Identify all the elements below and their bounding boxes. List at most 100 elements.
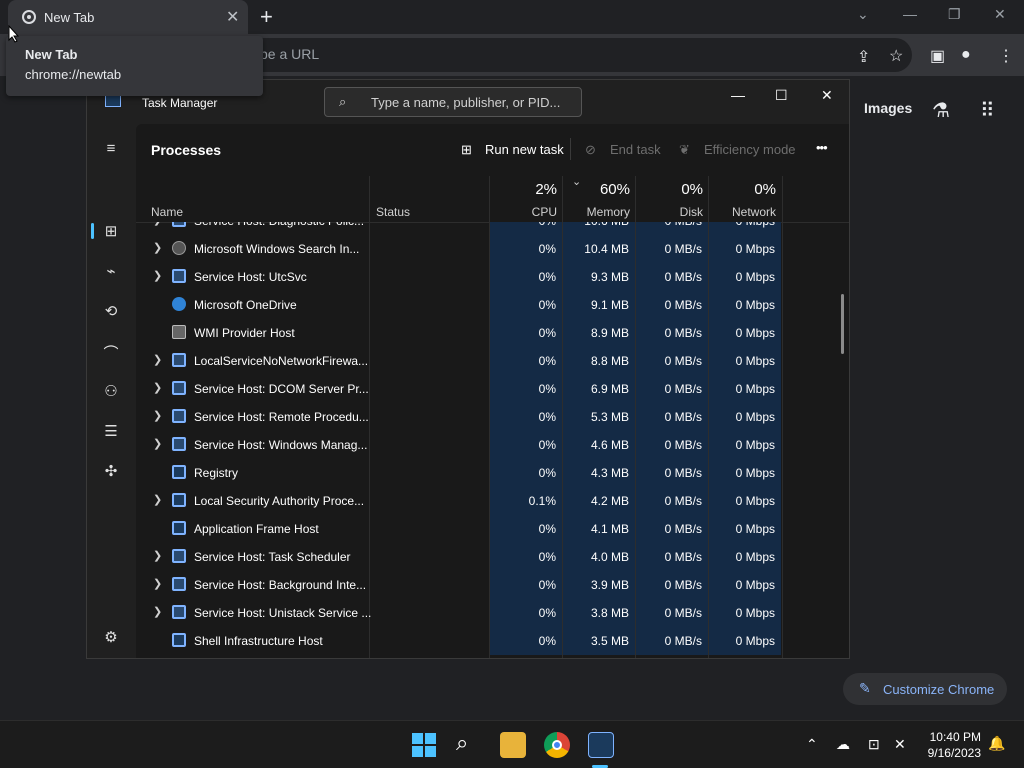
expand-chevron-icon[interactable]: ❯ (153, 577, 162, 590)
task-manager-taskbar-icon[interactable] (588, 732, 614, 758)
hamburger-icon[interactable]: ≡ (101, 140, 121, 157)
nav-startup-apps-icon[interactable]: ⌒ (101, 342, 121, 363)
table-row[interactable]: Microsoft OneDrive 0% 9.1 MB 0 MB/s 0 Mbps (136, 291, 849, 319)
customize-chrome-button[interactable]: ✎ Customize Chrome (843, 673, 1007, 705)
table-row[interactable]: ❯ Microsoft Windows Search In... 0% 10.4 MB… (136, 235, 849, 263)
search-taskbar-icon[interactable]: ⌕ (456, 730, 468, 756)
table-row[interactable]: Registry 0% 4.3 MB 0 MB/s 0 Mbps (136, 459, 849, 487)
cell-disk-value: 0 MB/s (664, 242, 702, 256)
ntp-images-link[interactable]: Images (864, 100, 912, 116)
expand-chevron-icon[interactable]: ❯ (153, 269, 162, 282)
cell-net-value: 0 Mbps (735, 270, 775, 284)
column-name[interactable]: Name (151, 205, 183, 219)
start-windows-icon[interactable] (411, 732, 437, 758)
cell-net: 0 Mbps (709, 319, 781, 347)
apps-grid-icon[interactable]: ⠿ (980, 98, 995, 123)
tab-search-icon[interactable]: ⌄ (857, 6, 869, 23)
table-row[interactable]: ❯ Service Host: Remote Procedu... 0% 5.3 MB… (136, 403, 849, 431)
cell-cpu: 0% (490, 515, 562, 543)
cell-cpu-value: 0% (538, 382, 556, 396)
network-icon[interactable]: ⊡ (868, 736, 880, 753)
omnibox[interactable]: pe a URL ⇪ ☆ (200, 38, 912, 72)
table-row[interactable]: ❯ Service Host: Background Inte... 0% 3.9 M… (136, 571, 849, 599)
expand-chevron-icon[interactable]: ❯ (153, 437, 162, 450)
minimize-icon[interactable]: — (903, 6, 917, 22)
cell-cpu-value: 0% (538, 438, 556, 452)
nav-users-icon[interactable]: ⚇ (101, 382, 121, 400)
nav-services-icon[interactable]: ✣ (101, 462, 121, 480)
nav-details-icon[interactable]: ☰ (101, 422, 121, 440)
cell-mem-value: 5.3 MB (590, 410, 629, 424)
volume-muted-icon[interactable]: ✕ (894, 736, 906, 753)
restore-icon[interactable]: ❐ (948, 6, 961, 23)
table-row[interactable]: Shell Infrastructure Host 0% 3.5 MB 0 MB/s 0… (136, 627, 849, 655)
nav-app-history-icon[interactable]: ⟲ (101, 302, 121, 320)
file-explorer-icon[interactable] (500, 732, 526, 758)
tab-new-tab[interactable]: New Tab ✕ (8, 0, 248, 34)
tm-command-bar: Processes ⊞ Run new task ⊘ End task ❦ Ef… (136, 124, 849, 176)
process-icon (172, 297, 186, 311)
cell-net: 0 Mbps (709, 263, 781, 291)
tm-search-input[interactable]: ⌕ Type a name, publisher, or PID... (324, 87, 582, 117)
table-row[interactable]: ❯ Service Host: Unistack Service ... 0% 3.8… (136, 599, 849, 627)
cell-mem: 4.6 MB (563, 431, 635, 459)
table-row[interactable]: ❯ Service Host: Diagnostic Polic... 0% 10.6… (136, 222, 849, 235)
table-row[interactable]: ❯ Service Host: Windows Manag... 0% 4.6 MB 0… (136, 431, 849, 459)
tm-maximize-icon[interactable]: ☐ (775, 87, 788, 104)
table-row[interactable]: ❯ Service Host: UtcSvc 0% 9.3 MB 0 MB/s 0 Mbp… (136, 263, 849, 291)
column-status[interactable]: Status (376, 205, 410, 219)
tm-close-icon[interactable]: ✕ (821, 87, 833, 104)
scrollbar-thumb[interactable] (841, 294, 844, 354)
expand-chevron-icon[interactable]: ❯ (153, 381, 162, 394)
process-icon (172, 325, 186, 339)
efficiency-mode-button[interactable]: Efficiency mode (704, 142, 796, 157)
labs-flask-icon[interactable]: ⚗ (932, 98, 950, 123)
close-icon[interactable]: ✕ (994, 6, 1006, 23)
expand-chevron-icon[interactable]: ❯ (153, 409, 162, 422)
table-row[interactable]: WMI Provider Host 0% 8.9 MB 0 MB/s 0 Mbps (136, 319, 849, 347)
table-row[interactable]: Application Frame Host 0% 4.1 MB 0 MB/s 0 Mb… (136, 515, 849, 543)
expand-chevron-icon[interactable]: ❯ (153, 241, 162, 254)
menu-kebab-icon[interactable]: ⋮ (998, 46, 1014, 66)
column-memory[interactable]: Memory (560, 205, 630, 219)
end-task-button[interactable]: End task (610, 142, 661, 157)
notification-bell-icon[interactable]: 🔔 (988, 735, 1005, 752)
table-row[interactable]: ❯ Local Security Authority Proce... 0.1% 4.… (136, 487, 849, 515)
nav-performance-icon[interactable]: ⌁ (101, 262, 121, 280)
expand-chevron-icon[interactable]: ❯ (153, 353, 162, 366)
table-row[interactable]: ❯ Service Host: Task Scheduler 0% 4.0 MB 0 M… (136, 543, 849, 571)
column-cpu[interactable]: CPU (487, 205, 557, 219)
page-title: Processes (151, 142, 222, 158)
chrome-icon (22, 10, 36, 24)
cell-net-value: 0 Mbps (735, 298, 775, 312)
nav-settings-gear-icon[interactable]: ⚙ (101, 628, 121, 646)
expand-chevron-icon[interactable]: ❯ (153, 605, 162, 618)
cell-mem: 4.0 MB (563, 543, 635, 571)
chrome-taskbar-icon[interactable] (544, 732, 570, 758)
chevron-up-icon[interactable]: ⌃ (806, 736, 818, 753)
run-new-task-button[interactable]: Run new task (485, 142, 564, 157)
onedrive-tray-icon[interactable]: ☁ (836, 736, 850, 753)
bookmark-star-icon[interactable]: ☆ (889, 46, 903, 66)
table-row[interactable]: ❯ LocalServiceNoNetworkFirewa... 0% 8.8 MB 0… (136, 347, 849, 375)
nav-processes-icon[interactable]: ⊞ (101, 222, 121, 240)
column-disk[interactable]: Disk (633, 205, 703, 219)
windows-taskbar: ⌕ ⌃ ☁ ⊡ ✕ 10:40 PM 9/16/2023 🔔 (0, 720, 1024, 768)
share-icon[interactable]: ⇪ (857, 47, 870, 67)
cell-disk: 0 MB/s (636, 459, 708, 487)
column-headers: Name Status 2% CPU ⌄ 60% Memory 0% Disk … (136, 176, 849, 223)
expand-chevron-icon[interactable]: ❯ (153, 493, 162, 506)
expand-chevron-icon[interactable]: ❯ (153, 549, 162, 562)
cell-cpu: 0% (490, 459, 562, 487)
expand-chevron-icon[interactable]: ❯ (153, 222, 162, 226)
more-options-button[interactable]: ••• (816, 140, 828, 155)
column-network[interactable]: Network (706, 205, 776, 219)
tm-minimize-icon[interactable]: — (731, 87, 745, 103)
cell-disk: 0 MB/s (636, 291, 708, 319)
new-tab-button[interactable]: + (260, 4, 273, 30)
side-panel-icon[interactable]: ▣ (930, 46, 945, 66)
system-clock[interactable]: 10:40 PM 9/16/2023 (925, 729, 981, 761)
profile-icon[interactable]: ● (961, 46, 971, 64)
table-row[interactable]: ❯ Service Host: DCOM Server Pr... 0% 6.9 MB… (136, 375, 849, 403)
tab-close-icon[interactable]: ✕ (226, 7, 239, 27)
